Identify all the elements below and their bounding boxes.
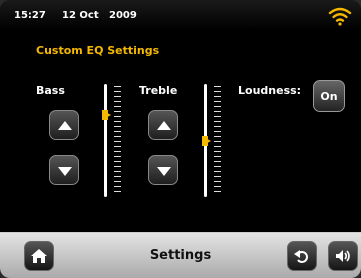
slider-tick xyxy=(114,126,121,127)
slider-tick xyxy=(214,101,221,102)
slider-tick xyxy=(114,136,121,137)
wifi-icon xyxy=(328,7,352,26)
back-button[interactable] xyxy=(287,241,317,271)
slider-tick xyxy=(114,91,121,92)
bass-slider-thumb[interactable] xyxy=(102,110,111,120)
slider-tick xyxy=(214,96,221,97)
slider-tick xyxy=(214,166,221,167)
triangle-down-icon xyxy=(58,167,72,176)
back-arrow-icon xyxy=(294,250,308,263)
slider-tick xyxy=(114,101,121,102)
treble-slider-ticks xyxy=(214,86,224,196)
loudness-label: Loudness: xyxy=(238,84,302,97)
slider-tick xyxy=(214,116,221,117)
slider-tick xyxy=(114,141,121,142)
slider-tick xyxy=(114,116,121,117)
volume-button[interactable] xyxy=(328,241,358,271)
triangle-up-icon xyxy=(58,121,72,130)
slider-tick xyxy=(214,161,221,162)
bass-label: Bass xyxy=(36,84,65,97)
triangle-up-icon xyxy=(157,121,171,130)
slider-tick xyxy=(214,131,221,132)
slider-tick xyxy=(114,191,121,192)
device-screen: 15:27 12 Oct 2009 Custom EQ Settings Bas… xyxy=(0,0,361,278)
slider-tick xyxy=(114,166,121,167)
slider-tick xyxy=(114,171,121,172)
slider-tick xyxy=(214,86,221,87)
slider-tick xyxy=(214,151,221,152)
volume-icon xyxy=(336,250,350,262)
slider-tick xyxy=(214,171,221,172)
treble-down-button[interactable] xyxy=(148,155,178,185)
slider-tick xyxy=(114,156,121,157)
slider-tick xyxy=(114,161,121,162)
slider-tick xyxy=(114,186,121,187)
slider-tick xyxy=(214,111,221,112)
slider-tick xyxy=(214,141,221,142)
bass-slider-ticks xyxy=(114,86,124,196)
slider-tick xyxy=(214,91,221,92)
slider-tick xyxy=(214,106,221,107)
slider-tick xyxy=(214,176,221,177)
bottom-bar: Settings xyxy=(0,232,361,278)
slider-tick xyxy=(214,191,221,192)
status-bar: 15:27 12 Oct 2009 xyxy=(0,0,361,30)
treble-slider[interactable] xyxy=(196,84,236,199)
bass-up-button[interactable] xyxy=(49,110,79,140)
slider-tick xyxy=(114,121,121,122)
status-year: 2009 xyxy=(109,10,137,21)
treble-slider-thumb[interactable] xyxy=(202,136,211,146)
slider-tick xyxy=(114,111,121,112)
treble-label: Treble xyxy=(139,84,178,97)
slider-tick xyxy=(114,176,121,177)
slider-tick xyxy=(114,131,121,132)
slider-tick xyxy=(214,136,221,137)
slider-tick xyxy=(214,121,221,122)
treble-up-button[interactable] xyxy=(148,110,178,140)
status-date: 12 Oct xyxy=(62,10,99,21)
status-time: 15:27 xyxy=(14,10,46,21)
slider-tick xyxy=(214,146,221,147)
slider-tick xyxy=(214,186,221,187)
slider-tick xyxy=(114,86,121,87)
slider-tick xyxy=(114,106,121,107)
loudness-on-button[interactable]: On xyxy=(313,80,345,112)
slider-tick xyxy=(214,181,221,182)
slider-tick xyxy=(214,126,221,127)
slider-tick xyxy=(114,146,121,147)
triangle-down-icon xyxy=(157,167,171,176)
slider-tick xyxy=(214,156,221,157)
bass-slider[interactable] xyxy=(96,84,136,199)
bass-slider-track xyxy=(104,84,107,197)
eq-section-title: Custom EQ Settings xyxy=(36,44,160,57)
slider-tick xyxy=(114,151,121,152)
slider-tick xyxy=(114,181,121,182)
bass-down-button[interactable] xyxy=(49,155,79,185)
slider-tick xyxy=(114,96,121,97)
